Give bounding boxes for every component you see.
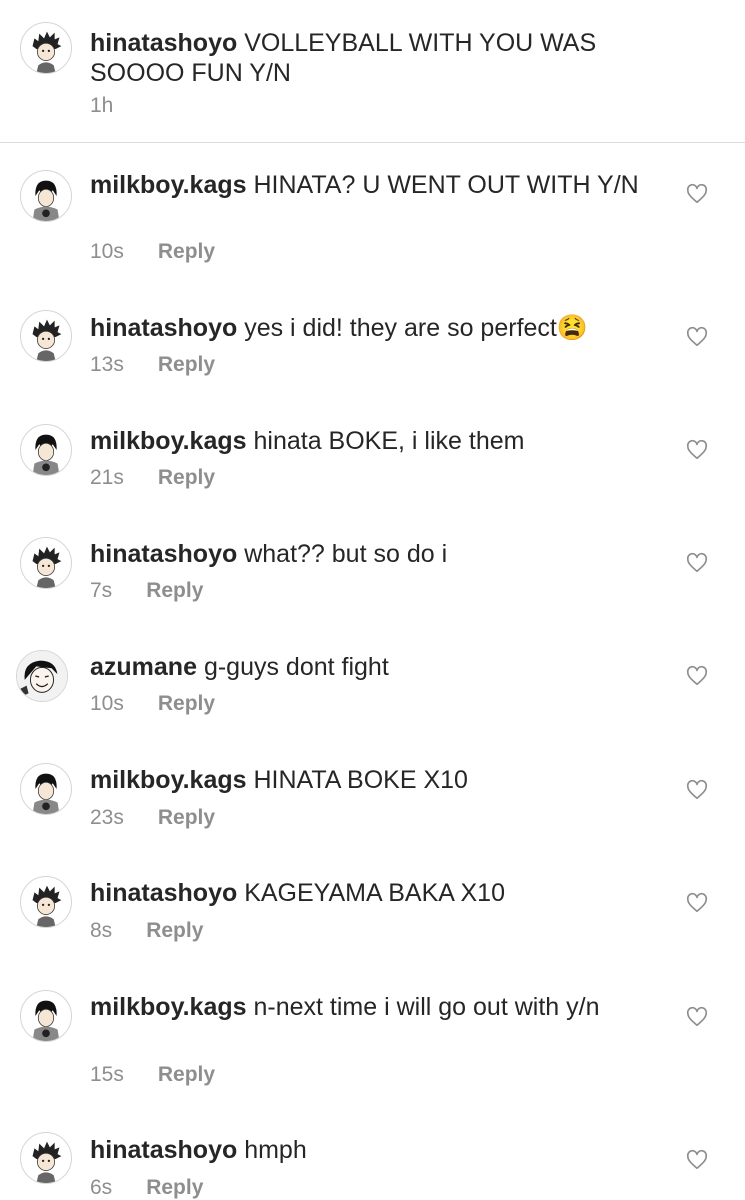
comment-text: hinatashoyo KAGEYAMA BAKA X10 [90,878,650,908]
comment-meta: 8s Reply [90,919,203,943]
comment-time: 6s [90,1176,113,1199]
comment-body: g-guys dont fight [203,653,389,681]
comment-body: yes i did! they are so perfect😫 [244,314,588,342]
comment-body: HINATA BOKE X10 [253,766,468,794]
azumane-avatar[interactable] [16,650,68,702]
heart-outline-icon[interactable] [686,665,708,687]
heart-outline-icon[interactable] [686,892,708,914]
post-caption: hinatashoyo VOLLEYBALL WITH YOU WAS SOOO… [0,0,745,143]
comment-meta: 6s Reply [90,1176,203,1200]
reply-button[interactable]: Reply [158,466,215,489]
comment-username[interactable]: hinatashoyo [90,879,237,907]
hinata-avatar[interactable] [20,876,72,928]
caption-username[interactable]: hinatashoyo [90,29,237,57]
comment-time: 10s [90,240,124,263]
heart-outline-icon[interactable] [686,779,708,801]
comment-body: n-next time i will go out with y/n [253,993,600,1021]
kageyama-avatar[interactable] [20,990,72,1042]
heart-outline-icon[interactable] [686,552,708,574]
heart-outline-icon[interactable] [686,439,708,461]
hinata-avatar[interactable] [20,537,72,589]
comment-time: 8s [90,919,113,942]
comment-time: 10s [90,692,124,715]
reply-button[interactable]: Reply [146,1176,203,1199]
reply-button[interactable]: Reply [146,919,203,942]
reply-button[interactable]: Reply [158,240,215,263]
comment-username[interactable]: hinatashoyo [90,540,237,568]
comment-text: hinatashoyo yes i did! they are so perfe… [90,313,650,343]
comment-meta: 21s Reply [90,466,215,490]
comment-body: hmph [244,1136,307,1164]
comment-meta: 15s Reply [90,1063,215,1087]
comment-text: milkboy.kags HINATA? U WENT OUT WITH Y/N [90,170,650,200]
kageyama-avatar[interactable] [20,170,72,222]
comment-time: 21s [90,466,124,489]
comment-text: milkboy.kags hinata BOKE, i like them [90,426,650,456]
heart-outline-icon[interactable] [686,183,708,205]
comment-body: what?? but so do i [244,540,448,568]
heart-outline-icon[interactable] [686,1006,708,1028]
comment-body: hinata BOKE, i like them [253,427,525,455]
hinata-avatar[interactable] [20,1132,72,1184]
comment-text: hinatashoyo hmph [90,1135,650,1165]
caption-timestamp: 1h [90,94,113,118]
heart-outline-icon[interactable] [686,326,708,348]
comment-meta: 23s Reply [90,806,215,830]
comment-text: azumane g-guys dont fight [90,652,650,682]
comment-meta: 10s Reply [90,692,215,716]
reply-button[interactable]: Reply [158,692,215,715]
hinata-avatar[interactable] [20,310,72,362]
comment-username[interactable]: azumane [90,653,197,681]
comment-time: 7s [90,579,113,602]
caption-time: 1h [90,94,114,117]
hinata-avatar[interactable] [20,22,72,74]
kageyama-avatar[interactable] [20,763,72,815]
comment-body: HINATA? U WENT OUT WITH Y/N [253,171,639,199]
heart-outline-icon[interactable] [686,1149,708,1171]
reply-button[interactable]: Reply [158,353,215,376]
comment-meta: 13s Reply [90,353,215,377]
kageyama-avatar[interactable] [20,424,72,476]
comment-meta: 7s Reply [90,579,203,603]
comment-body: KAGEYAMA BAKA X10 [244,879,505,907]
comment-time: 13s [90,353,124,376]
reply-button[interactable]: Reply [158,806,215,829]
caption-text: hinatashoyo VOLLEYBALL WITH YOU WAS SOOO… [90,28,650,88]
comment-text: milkboy.kags n-next time i will go out w… [90,992,650,1022]
comment-username[interactable]: milkboy.kags [90,171,247,199]
comment-username[interactable]: milkboy.kags [90,427,247,455]
comment-username[interactable]: milkboy.kags [90,766,247,794]
comment-meta: 10s Reply [90,240,215,264]
comment-username[interactable]: hinatashoyo [90,314,237,342]
comment-username[interactable]: hinatashoyo [90,1136,237,1164]
comment-username[interactable]: milkboy.kags [90,993,247,1021]
comment-time: 15s [90,1063,124,1086]
comment-text: hinatashoyo what?? but so do i [90,539,650,569]
comment-text: milkboy.kags HINATA BOKE X10 [90,765,650,795]
comment-time: 23s [90,806,124,829]
reply-button[interactable]: Reply [158,1063,215,1086]
reply-button[interactable]: Reply [146,579,203,602]
